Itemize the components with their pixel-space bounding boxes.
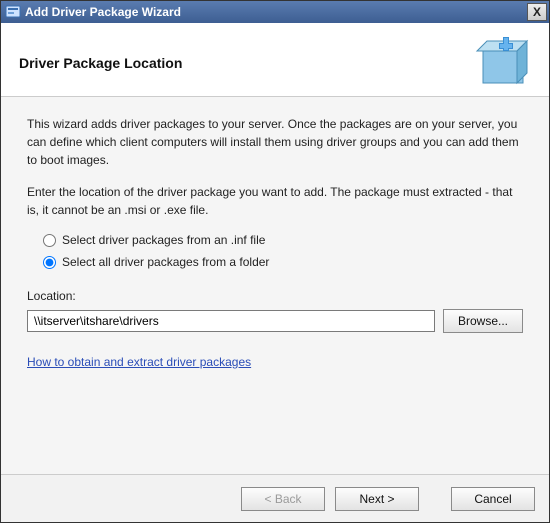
cancel-button[interactable]: Cancel [451,487,535,511]
location-input[interactable] [27,310,435,332]
radio-folder-input[interactable] [43,256,56,269]
intro-text: This wizard adds driver packages to your… [27,115,523,169]
wizard-window: Add Driver Package Wizard X Driver Packa… [0,0,550,523]
radio-folder-label: Select all driver packages from a folder [62,253,269,271]
help-link[interactable]: How to obtain and extract driver package… [27,355,251,369]
close-icon: X [533,5,541,19]
radio-inf-label: Select driver packages from an .inf file [62,231,265,249]
wizard-content: This wizard adds driver packages to your… [1,97,549,474]
location-label: Location: [27,287,523,305]
location-row: Browse... [27,309,523,333]
window-title: Add Driver Package Wizard [25,5,527,19]
page-title: Driver Package Location [19,55,475,71]
next-button[interactable]: Next > [335,487,419,511]
wizard-footer: < Back Next > Cancel [1,474,549,522]
instruction-text: Enter the location of the driver package… [27,183,523,219]
source-radio-group: Select driver packages from an .inf file… [43,231,523,271]
radio-option-folder[interactable]: Select all driver packages from a folder [43,253,523,271]
app-icon [5,4,21,20]
close-button[interactable]: X [527,3,547,21]
titlebar: Add Driver Package Wizard X [1,1,549,23]
back-button: < Back [241,487,325,511]
radio-inf-input[interactable] [43,234,56,247]
browse-button[interactable]: Browse... [443,309,523,333]
wizard-header: Driver Package Location [1,23,549,97]
radio-option-inf[interactable]: Select driver packages from an .inf file [43,231,523,249]
driver-package-icon [475,35,531,91]
